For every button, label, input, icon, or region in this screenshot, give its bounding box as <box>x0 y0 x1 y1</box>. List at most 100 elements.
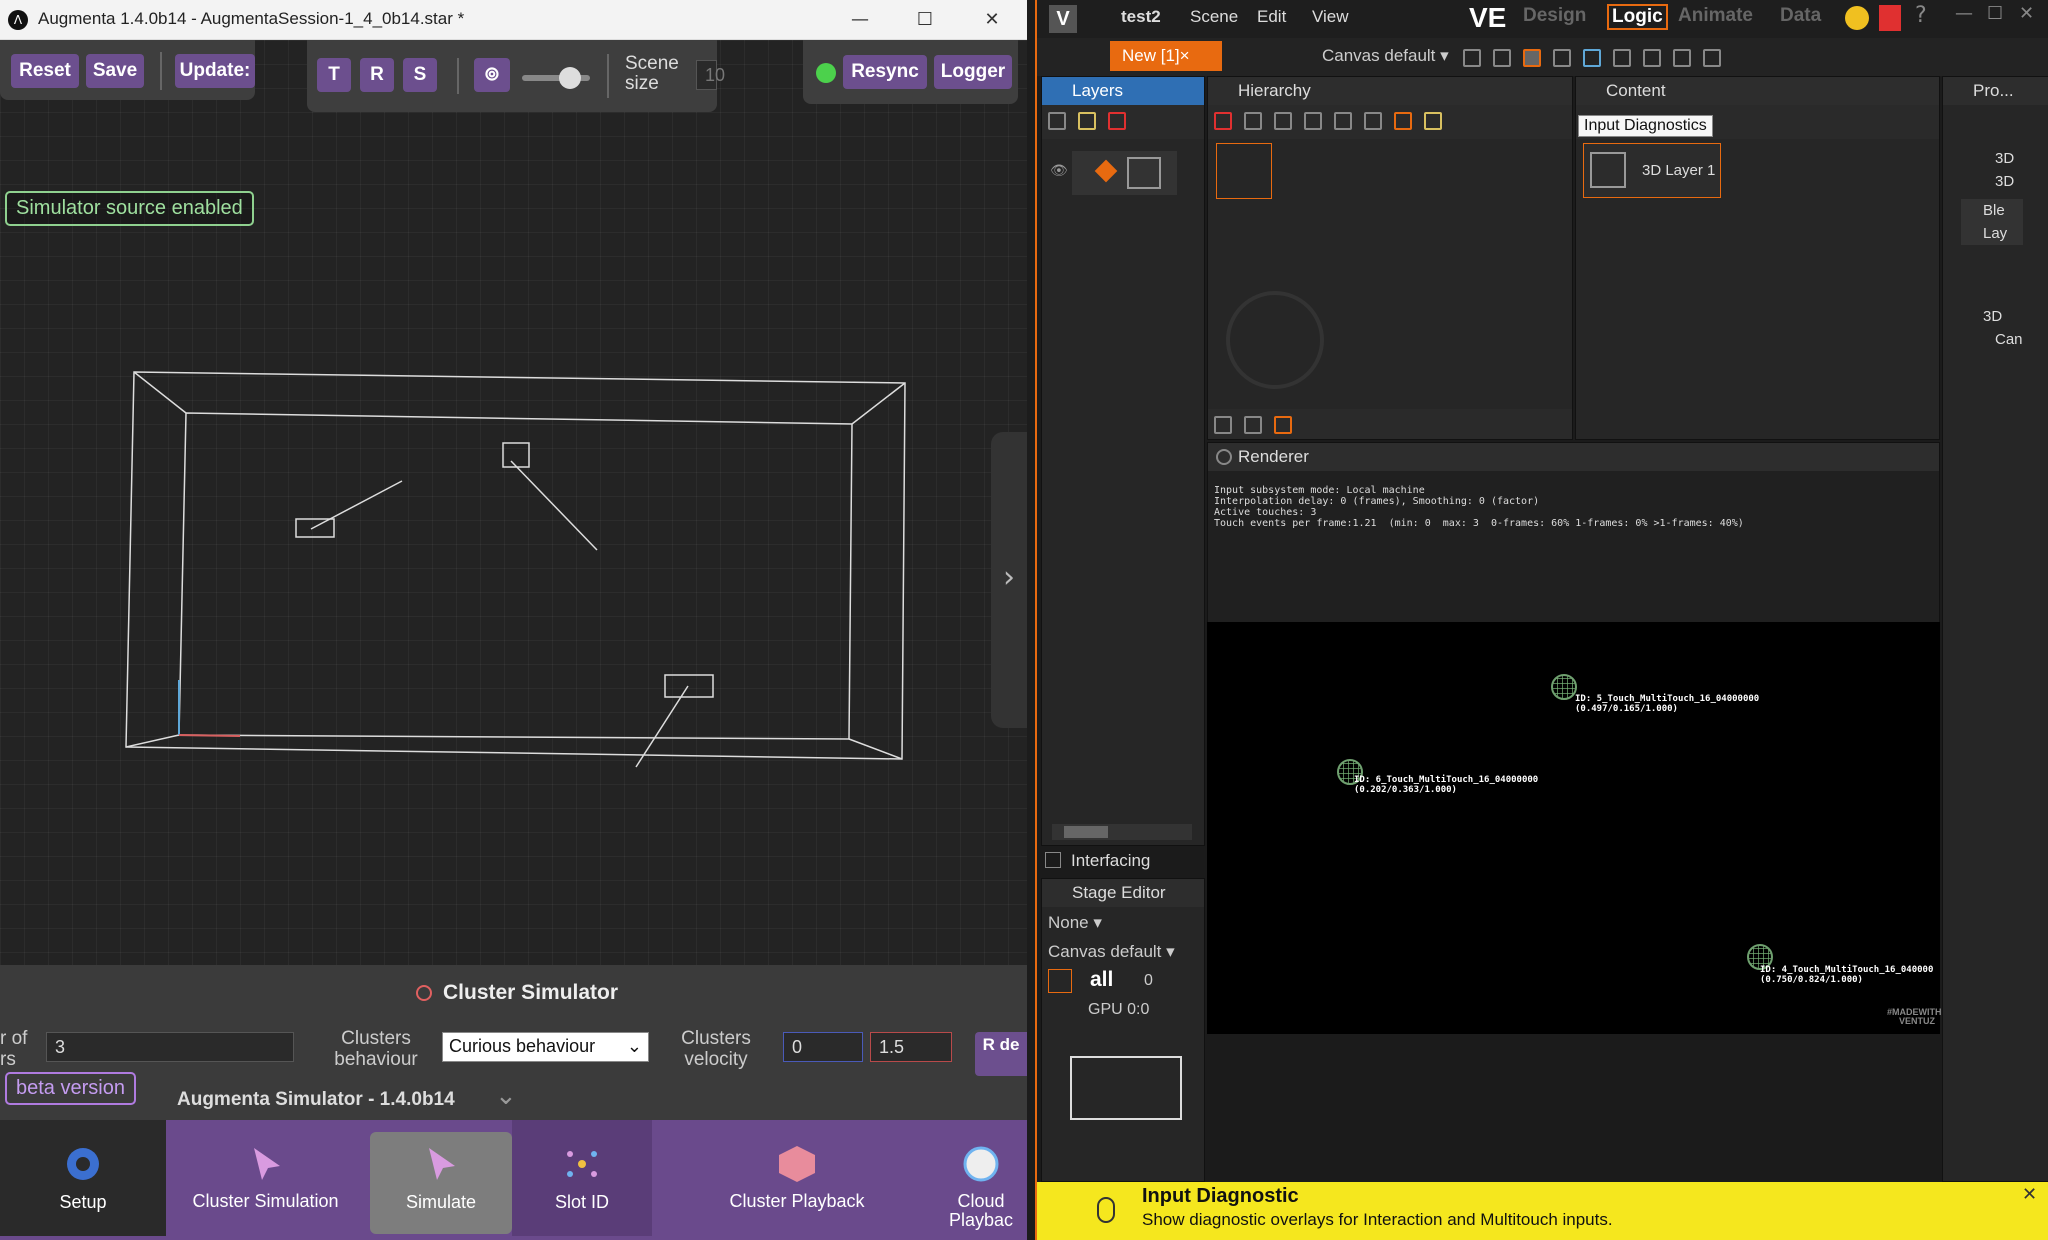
scene-tab-new[interactable]: New [1]× <box>1110 41 1222 71</box>
power-icon[interactable] <box>416 985 432 1001</box>
ventuz-menubar: V test2 Scene Edit View VE Design Logic … <box>1037 0 2048 38</box>
gear-icon[interactable] <box>1216 449 1232 465</box>
stage-none-dropdown[interactable]: None ▾ <box>1048 913 1102 933</box>
mode-data[interactable]: Data <box>1780 5 1821 27</box>
scene-tab-label: New [1]× <box>1122 46 1190 65</box>
nav-cluster-playback[interactable]: Cluster Playback <box>697 1120 897 1236</box>
globe-icon[interactable] <box>1463 49 1481 67</box>
touch-label: ID: 6_Touch_MultiTouch_16_04000000 (0.202… <box>1354 775 1538 795</box>
node-icon[interactable] <box>1274 112 1292 130</box>
prop-item[interactable]: 3D <box>1961 170 2023 193</box>
renderer-info: Input subsystem mode: Local machine Inter… <box>1214 485 1744 529</box>
nav-slot-id[interactable]: Slot ID <box>512 1120 652 1236</box>
prop-item[interactable]: 3D <box>1961 147 2023 170</box>
close-icon[interactable]: ✕ <box>2022 1184 2037 1205</box>
menu-edit[interactable]: Edit <box>1257 7 1286 27</box>
mode-animate[interactable]: Animate <box>1678 5 1753 27</box>
folder-icon[interactable] <box>1078 112 1096 130</box>
side-panel-toggle[interactable]: › <box>991 432 1027 728</box>
color-icon[interactable] <box>1583 49 1601 67</box>
search-icon[interactable] <box>1643 49 1661 67</box>
prop-item[interactable]: Lay <box>1961 222 2023 245</box>
velocity-min-input[interactable]: 0 <box>783 1032 863 1062</box>
stage-gpu-label: GPU 0:0 <box>1088 1001 1150 1018</box>
smiley-icon[interactable] <box>1845 6 1869 30</box>
cluster-count-input[interactable]: 3 <box>46 1032 294 1062</box>
renderer-output[interactable]: ID: 5_Touch_MultiTouch_16_04000000 (0.497… <box>1207 622 1942 1034</box>
cluster-box[interactable] <box>295 518 335 538</box>
cluster-box[interactable] <box>502 442 530 468</box>
reset-defaults-button[interactable]: R de <box>975 1032 1027 1076</box>
cluster-simulator-title: Cluster Simulator <box>443 981 619 1004</box>
renderer-title: Renderer <box>1208 443 1939 471</box>
stage-preview[interactable] <box>1070 1056 1182 1120</box>
box-icon[interactable] <box>1553 49 1571 67</box>
menu-scene[interactable]: Scene <box>1190 7 1238 27</box>
bookmark-icon[interactable] <box>1214 416 1232 434</box>
chevron-right-icon: › <box>1003 560 1015 595</box>
notification-body: Show diagnostic overlays for Interaction… <box>1142 1210 1613 1229</box>
nav-simulate[interactable]: Simulate <box>370 1132 512 1234</box>
interfacing-checkbox[interactable] <box>1045 852 1061 868</box>
behaviour-select[interactable]: Curious behaviour ⌄ <box>442 1032 649 1062</box>
menu-view[interactable]: View <box>1312 7 1349 27</box>
input-diagnostics-icon[interactable] <box>1523 49 1541 67</box>
stage-select-icon[interactable] <box>1048 969 1072 993</box>
prop-item[interactable]: Can <box>1961 328 2023 351</box>
hierarchy-view-icon[interactable] <box>1274 416 1292 434</box>
arrow-icon[interactable] <box>1108 112 1126 130</box>
hierarchy-panel: Hierarchy <box>1207 76 1573 440</box>
project-name[interactable]: test2 <box>1121 7 1161 27</box>
touch-coords: (0.202/0.363/1.000) <box>1354 785 1457 795</box>
maximize-icon[interactable]: ☐ <box>895 0 955 40</box>
interfacing-row[interactable]: Interfacing <box>1041 848 1205 878</box>
mode-design[interactable]: Design <box>1523 5 1586 27</box>
node-icon[interactable] <box>1334 112 1352 130</box>
node-icon[interactable] <box>1394 112 1412 130</box>
mode-logic[interactable]: Logic <box>1607 4 1668 30</box>
renderer-info-line: Input subsystem mode: Local machine <box>1214 485 1425 496</box>
hierarchy-root-node[interactable] <box>1216 143 1272 199</box>
properties-panel: Pro... 3D 3D Ble Lay 3D Can <box>1942 76 2048 1182</box>
node-icon[interactable] <box>1424 112 1442 130</box>
stage-canvas-dropdown[interactable]: Canvas default ▾ <box>1048 942 1175 962</box>
sphere-icon[interactable] <box>1673 49 1691 67</box>
canvas-dropdown[interactable]: Canvas default ▾ <box>1322 46 1449 66</box>
minimize-icon[interactable]: — <box>1955 3 1973 24</box>
scale-icon[interactable] <box>1613 49 1631 67</box>
cluster-box[interactable] <box>664 674 714 698</box>
nav-setup[interactable]: Setup <box>0 1120 166 1236</box>
eye-icon[interactable]: 👁 <box>1050 163 1068 179</box>
red-arrow-icon[interactable] <box>1214 112 1232 130</box>
prop-item[interactable]: 3D <box>1961 305 2023 328</box>
nav-label: Slot ID <box>554 1192 610 1212</box>
chevron-down-icon[interactable]: ⌄ <box>495 1081 517 1111</box>
layers-icon[interactable] <box>1244 416 1262 434</box>
nav-label: Simulate <box>405 1192 477 1212</box>
minimize-icon[interactable]: — <box>830 0 890 40</box>
maximize-icon[interactable]: ☐ <box>1987 3 2003 24</box>
node-icon[interactable] <box>1244 112 1262 130</box>
align-icon[interactable] <box>1493 49 1511 67</box>
axis-x-icon <box>178 734 241 737</box>
velocity-max-input[interactable]: 1.5 <box>870 1032 952 1062</box>
horizontal-scrollbar[interactable] <box>1052 824 1192 840</box>
close-icon[interactable]: ✕ <box>962 0 1022 40</box>
help-icon[interactable]: ? <box>1915 3 1927 28</box>
nav-cluster-simulation[interactable]: Cluster Simulation <box>168 1120 363 1236</box>
add-layer-icon[interactable] <box>1048 112 1066 130</box>
content-item[interactable]: 3D Layer 1 <box>1583 143 1721 198</box>
nav-cloud-playback[interactable]: Cloud Playbac <box>935 1120 1027 1236</box>
node-icon[interactable] <box>1304 112 1322 130</box>
interfacing-label: Interfacing <box>1071 851 1151 870</box>
3d-viewport[interactable]: Reset Save Update: T R S ⊚ Scene size 10… <box>0 40 1027 965</box>
layer-item[interactable] <box>1072 151 1177 195</box>
pdf-icon[interactable] <box>1879 5 1901 31</box>
close-icon[interactable]: ✕ <box>2019 3 2034 24</box>
scrollbar-thumb[interactable] <box>1064 826 1108 838</box>
prop-item[interactable]: Ble <box>1961 199 2023 222</box>
node-icon[interactable] <box>1364 112 1382 130</box>
axis-icon[interactable] <box>1703 49 1721 67</box>
box-inner-edge <box>178 412 853 740</box>
ventuz-toolbar: New [1]× Canvas default ▾ <box>1037 38 2048 76</box>
